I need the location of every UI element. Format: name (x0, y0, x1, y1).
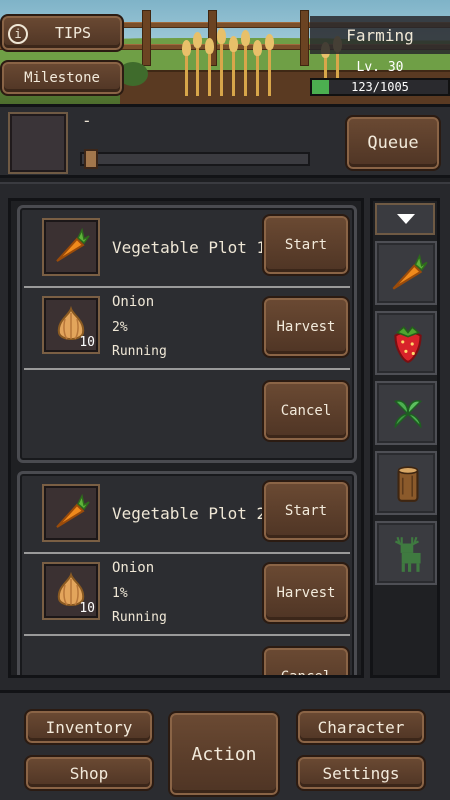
queue-current-name: - (82, 111, 92, 130)
carrot-icon (392, 253, 428, 290)
plot-card: Vegetable Plot 2 Start 10 Onion 1% Runni… (17, 471, 357, 678)
crop-quantity: 10 (79, 601, 95, 616)
wheat-stalk (205, 38, 214, 96)
divider (24, 552, 350, 554)
wheat-stalk (217, 28, 226, 96)
crop-icon-box[interactable]: 10 (42, 562, 100, 620)
crop-name: Onion (112, 560, 155, 576)
strawberry-icon (394, 326, 422, 363)
crop-progress: 1% (112, 586, 128, 601)
plot-card: Vegetable Plot 1 Start 10 Onion 2% Runni… (17, 205, 357, 463)
category-tab-hunting[interactable] (375, 521, 437, 585)
skill-panel: Farming Lv. 30 123/1005 (310, 16, 450, 102)
wheat-stalk (182, 40, 191, 96)
shop-label: Shop (69, 763, 109, 783)
harvest-button[interactable]: Harvest (262, 296, 350, 358)
cancel-button[interactable]: Cancel (262, 380, 350, 442)
plot-title: Vegetable Plot 1 (112, 238, 267, 257)
wheat-stalk (193, 32, 202, 96)
inventory-button[interactable]: Inventory (24, 709, 154, 745)
carrot-icon (56, 493, 90, 528)
wheat-stalk (241, 30, 250, 96)
start-label: Start (284, 503, 328, 519)
queue-item-slot[interactable] (8, 112, 68, 174)
milestone-label: Milestone (24, 70, 100, 86)
queue-progress-slider[interactable] (80, 149, 310, 169)
harvest-button[interactable]: Harvest (262, 562, 350, 624)
carrot-icon (56, 227, 90, 262)
start-button[interactable]: Start (262, 480, 350, 542)
crop-progress: 2% (112, 320, 128, 335)
cancel-button[interactable]: Cancel (262, 646, 350, 678)
divider (24, 286, 350, 288)
queue-slider-handle[interactable] (84, 149, 98, 169)
plot-icon-box[interactable] (42, 484, 100, 542)
wheat-stalk (253, 40, 262, 96)
crop-status: Running (112, 610, 167, 625)
fence-post (142, 10, 151, 66)
crop-icon-box[interactable]: 10 (42, 296, 100, 354)
cancel-label: Cancel (280, 669, 332, 678)
info-icon: i (8, 24, 28, 44)
wheat-stalk (265, 34, 274, 96)
character-button[interactable]: Character (296, 709, 426, 745)
action-button[interactable]: Action (168, 711, 280, 797)
queue-button[interactable]: Queue (345, 115, 441, 171)
bottom-navigation: Inventory Shop Action Character Settings (0, 690, 450, 800)
log-icon (397, 466, 419, 502)
deer-icon (394, 536, 421, 572)
inventory-label: Inventory (45, 717, 133, 737)
skill-name: Farming (310, 16, 450, 54)
crop-status: Running (112, 344, 167, 359)
divider (24, 368, 350, 370)
fence-post (300, 10, 309, 66)
crop-quantity: 10 (79, 335, 95, 350)
farm-scene-banner: i TIPS Milestone Farming Lv. 30 123/1005 (0, 0, 450, 104)
category-tab-fruits[interactable] (375, 311, 437, 375)
settings-button[interactable]: Settings (296, 755, 426, 791)
action-label: Action (191, 743, 257, 765)
settings-label: Settings (322, 763, 400, 783)
harvest-label: Harvest (276, 585, 336, 601)
character-label: Character (317, 717, 405, 737)
plots-scroll-area[interactable]: Vegetable Plot 1 Start 10 Onion 2% Runni… (8, 198, 364, 678)
category-dropdown[interactable] (375, 203, 435, 235)
herb-icon (393, 400, 423, 429)
cancel-label: Cancel (280, 403, 332, 419)
xp-bar: 123/1005 (310, 78, 450, 96)
chevron-down-icon (397, 214, 415, 224)
start-label: Start (284, 237, 328, 253)
queue-panel: - Queue (0, 104, 450, 178)
category-tab-wood[interactable] (375, 451, 437, 515)
category-tab-herbs[interactable] (375, 381, 437, 445)
plot-title: Vegetable Plot 2 (112, 504, 267, 523)
crop-name: Onion (112, 294, 155, 310)
category-tab-vegetables[interactable] (375, 241, 437, 305)
category-sidebar (370, 198, 440, 678)
tips-button[interactable]: i TIPS (0, 14, 124, 52)
main-content: Vegetable Plot 1 Start 10 Onion 2% Runni… (0, 182, 450, 690)
xp-text: 123/1005 (351, 80, 409, 94)
queue-button-label: Queue (367, 133, 419, 153)
plot-icon-box[interactable] (42, 218, 100, 276)
milestone-button[interactable]: Milestone (0, 60, 124, 96)
harvest-label: Harvest (276, 319, 336, 335)
divider (24, 634, 350, 636)
wheat-stalk (229, 36, 238, 96)
start-button[interactable]: Start (262, 214, 350, 276)
skill-level: Lv. 30 (356, 60, 404, 75)
tips-label: TIPS (54, 24, 92, 42)
shop-button[interactable]: Shop (24, 755, 154, 791)
